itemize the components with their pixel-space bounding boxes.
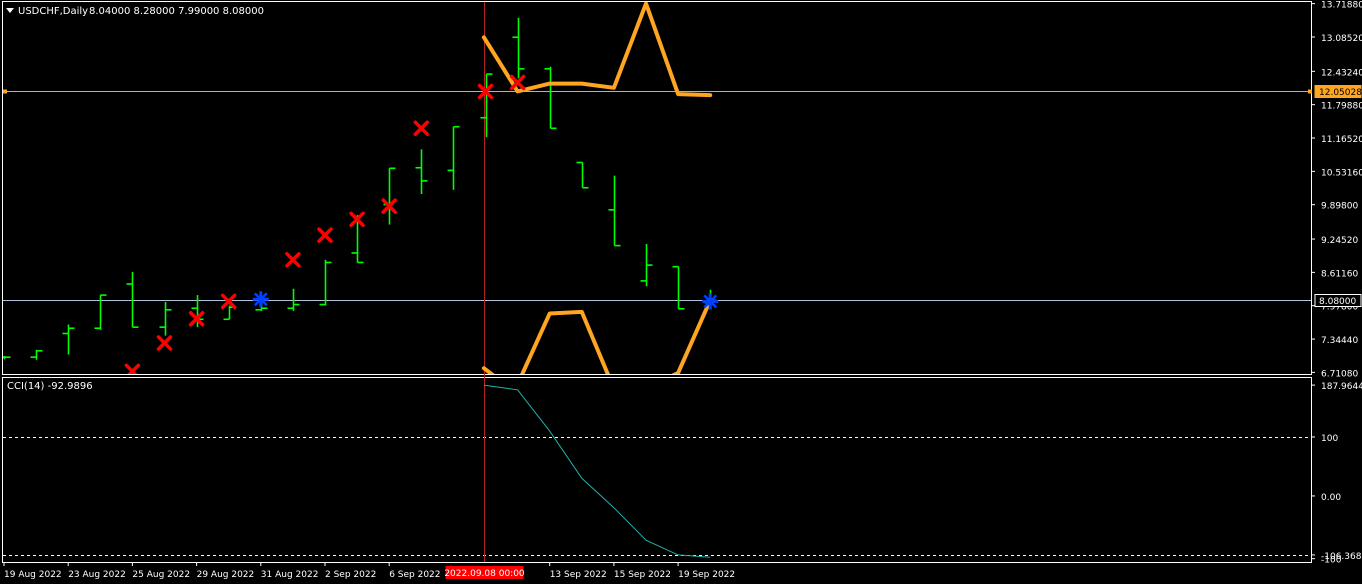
price-tick-label: 11.16520 [1321, 135, 1362, 145]
time-tick-label: 23 Aug 2022 [68, 570, 126, 580]
time-tick-label: 15 Sep 2022 [614, 570, 671, 580]
time-tick-label: 25 Aug 2022 [132, 570, 190, 580]
price-tick-label: 13.71880 [1321, 1, 1362, 11]
price-tick-label: 12.43240 [1321, 68, 1362, 78]
price-tick-label: 7.34440 [1321, 336, 1358, 346]
cci-tick-label: 0.00 [1321, 493, 1341, 503]
price-tick-label: 10.53160 [1321, 168, 1362, 178]
level-line-handle-left [3, 89, 7, 94]
chart-background [0, 0, 1362, 584]
time-tick-label: 13 Sep 2022 [550, 570, 607, 580]
cci-tick-label: 187.9644 [1321, 382, 1362, 392]
chart-window: USDCHF,Daily 8.04000 8.28000 7.99000 8.0… [0, 0, 1362, 584]
time-tick-label: 19 Sep 2022 [678, 570, 735, 580]
ohlc-values: 8.04000 8.28000 7.99000 8.08000 [89, 6, 264, 17]
bid-price-badge-label: 8.08000 [1319, 297, 1356, 307]
cci-indicator-label: CCI(14) -92.9896 [7, 381, 93, 392]
time-tick-label: 19 Aug 2022 [4, 570, 62, 580]
time-tick-label: 6 Sep 2022 [389, 570, 440, 580]
price-tick-label: 11.79880 [1321, 102, 1362, 112]
price-tick-label: 13.08520 [1321, 34, 1362, 44]
blue-star-marker [702, 293, 719, 310]
level-line-handle-right [1308, 89, 1312, 94]
time-tick-label: 31 Aug 2022 [261, 570, 319, 580]
price-tick-label: 8.61160 [1321, 269, 1358, 279]
symbol-label: USDCHF,Daily [18, 6, 88, 17]
time-tick-label: 2 Sep 2022 [325, 570, 376, 580]
cci-tick-label: -100 [1321, 556, 1342, 566]
level-price-badge-label: 12.05028 [1319, 88, 1362, 98]
price-tick-label: 9.89800 [1321, 202, 1358, 212]
price-tick-label: 9.24520 [1321, 236, 1358, 246]
chart-canvas[interactable]: USDCHF,Daily 8.04000 8.28000 7.99000 8.0… [0, 0, 1362, 584]
cursor-date-label: 2022.09.08 00:00 [444, 569, 525, 579]
time-tick-label: 29 Aug 2022 [197, 570, 255, 580]
cci-tick-label: 100 [1321, 434, 1338, 444]
price-tick-label: 6.71080 [1321, 369, 1358, 379]
blue-star-marker [252, 291, 269, 308]
